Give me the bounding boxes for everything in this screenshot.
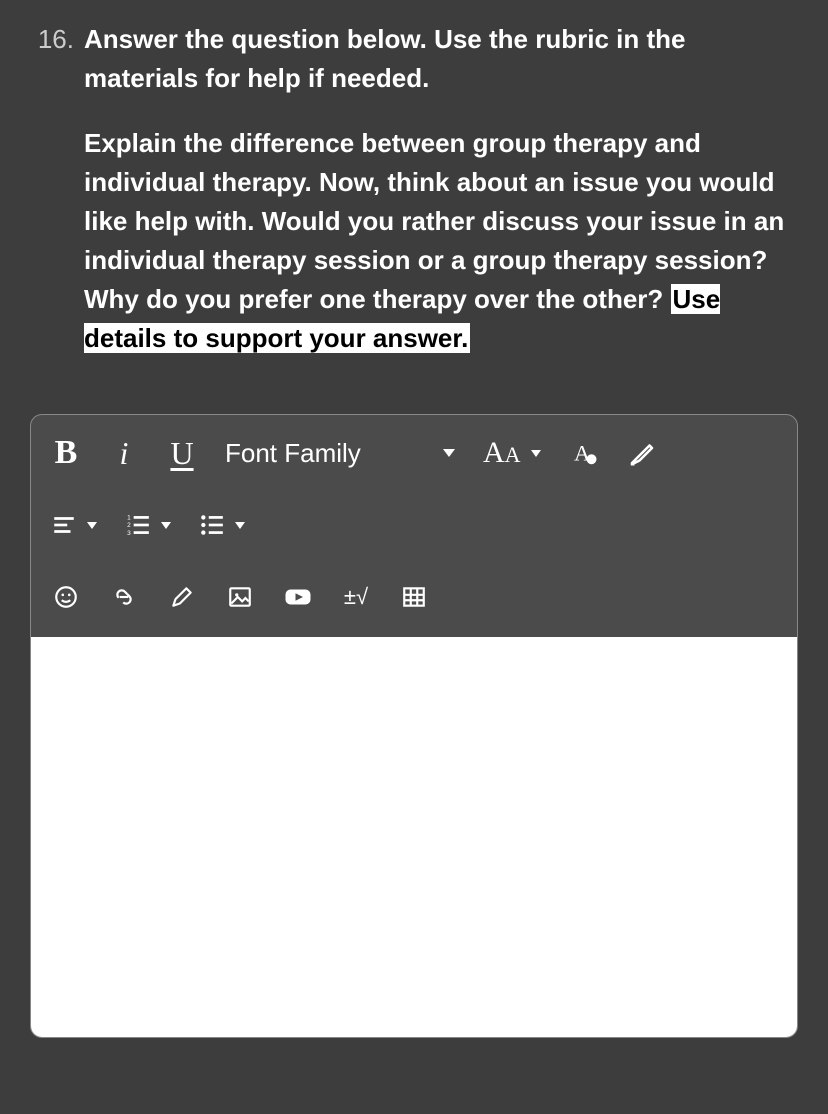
align-left-icon bbox=[51, 512, 77, 538]
editor-textarea[interactable] bbox=[31, 637, 797, 1037]
rich-text-editor: B i U Font Family AA A bbox=[30, 414, 798, 1038]
toolbar-row-3: ±√ bbox=[51, 577, 777, 617]
table-button[interactable] bbox=[399, 579, 429, 615]
font-size-icon: AA bbox=[483, 436, 521, 470]
highlighter-button[interactable] bbox=[627, 435, 657, 471]
question-block: 16. Answer the question below. Use the r… bbox=[30, 20, 798, 384]
pencil-icon bbox=[169, 584, 195, 610]
italic-button[interactable]: i bbox=[109, 435, 139, 471]
chevron-down-icon bbox=[161, 522, 171, 529]
image-button[interactable] bbox=[225, 579, 255, 615]
ordered-list-dropdown[interactable]: 1 2 3 bbox=[125, 507, 171, 543]
draw-button[interactable] bbox=[167, 579, 197, 615]
toolbar-row-1: B i U Font Family AA A bbox=[51, 433, 777, 473]
image-icon bbox=[227, 584, 253, 610]
align-dropdown[interactable] bbox=[51, 507, 97, 543]
bold-button[interactable]: B bbox=[51, 435, 81, 471]
video-icon bbox=[283, 582, 313, 612]
link-button[interactable] bbox=[109, 579, 139, 615]
toolbar-row-2: 1 2 3 bbox=[51, 505, 777, 545]
question-text: Answer the question below. Use the rubri… bbox=[84, 20, 798, 384]
chevron-down-icon bbox=[87, 522, 97, 529]
table-icon bbox=[401, 584, 427, 610]
font-color-button[interactable]: A bbox=[569, 435, 599, 471]
editor-toolbar: B i U Font Family AA A bbox=[31, 415, 797, 637]
chevron-down-icon bbox=[235, 522, 245, 529]
math-button[interactable]: ±√ bbox=[341, 579, 371, 615]
underline-button[interactable]: U bbox=[167, 435, 197, 471]
highlighter-icon bbox=[627, 438, 657, 468]
bullet-list-icon bbox=[199, 512, 225, 538]
chevron-down-icon bbox=[443, 449, 455, 457]
question-number: 16. bbox=[30, 20, 74, 384]
bullet-list-dropdown[interactable] bbox=[199, 507, 245, 543]
ordered-list-icon: 1 2 3 bbox=[125, 512, 151, 538]
svg-text:3: 3 bbox=[127, 530, 131, 537]
question-instruction: Answer the question below. Use the rubri… bbox=[84, 20, 798, 98]
link-icon bbox=[111, 584, 137, 610]
chevron-down-icon bbox=[531, 450, 541, 457]
font-family-label: Font Family bbox=[225, 438, 361, 469]
emoji-icon bbox=[53, 584, 79, 610]
font-size-dropdown[interactable]: AA bbox=[483, 435, 541, 471]
font-color-icon: A bbox=[569, 438, 599, 468]
svg-text:1: 1 bbox=[127, 515, 131, 522]
svg-text:2: 2 bbox=[127, 522, 131, 529]
question-prompt: Explain the difference between group the… bbox=[84, 124, 798, 358]
video-button[interactable] bbox=[283, 579, 313, 615]
emoji-button[interactable] bbox=[51, 579, 81, 615]
font-family-dropdown[interactable]: Font Family bbox=[225, 438, 455, 469]
